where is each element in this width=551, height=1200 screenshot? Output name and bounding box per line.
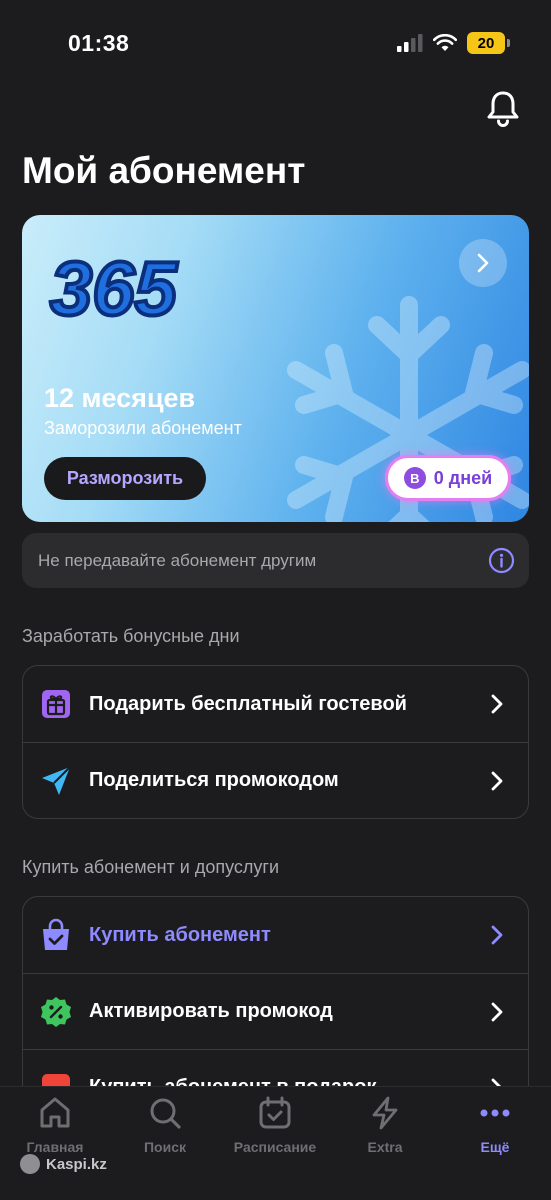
tab-label: Главная [26,1139,84,1155]
card-open-button[interactable] [459,239,507,287]
tab-home[interactable]: Главная [0,1095,110,1155]
gift-icon [39,687,73,721]
tab-label: Расписание [233,1139,317,1155]
chevron-right-icon [477,253,489,273]
earn-section-title: Заработать бонусные дни [22,626,240,646]
shopping-bag-icon [39,918,73,952]
bell-icon[interactable] [483,88,523,128]
more-icon [480,1109,510,1117]
signal-icon [397,34,423,52]
list-item-activate-promo[interactable]: Активировать промокод [23,973,528,1049]
calendar-icon [259,1096,291,1129]
home-icon [40,1097,70,1128]
watermark-text: Kaspi.kz [46,1155,107,1173]
watermark: Kaspi.kz [20,1154,107,1174]
status-icons: 20 [397,32,510,54]
bonus-coin-icon: В [403,467,426,489]
send-icon [39,764,73,798]
buy-section-title: Купить абонемент и допуслуги [22,857,280,877]
wifi-icon [433,34,457,51]
lightning-icon [372,1096,398,1130]
list-item-label: Подарить бесплатный гостевой [89,692,407,715]
page-title: Мой абонемент [22,150,306,191]
tab-bar: Главная Поиск Расписание Extra Ещё [0,1086,551,1200]
bonus-days-badge[interactable]: В 0 дней [385,455,511,501]
tab-label: Ещё [480,1139,510,1155]
subscription-status: Заморозили абонемент [44,418,242,438]
search-icon [150,1098,181,1129]
battery-level: 20 [477,34,495,52]
logo-365-icon: 365 [48,245,181,334]
earn-list: Подарить бесплатный гостевой Поделиться … [22,665,529,819]
list-item-share-promo[interactable]: Поделиться промокодом [23,742,528,818]
chevron-right-icon [491,925,503,945]
tab-search[interactable]: Поиск [110,1095,220,1155]
subscription-card[interactable]: 365 12 месяцев Заморозили абонемент Разм… [22,215,529,522]
chevron-right-icon [491,1002,503,1022]
list-item-buy-subscription[interactable]: Купить абонемент [23,897,528,973]
screen: 01:38 20 Мой абонемент 365 12 месяцев За… [0,0,551,1200]
status-time: 01:38 [68,30,130,56]
discount-badge-icon [39,995,73,1029]
list-item-gift-guest[interactable]: Подарить бесплатный гостевой [23,666,528,742]
notice-banner[interactable]: Не передавайте абонемент другим [22,533,529,588]
list-item-label: Купить абонемент [89,923,271,946]
bonus-days-count: 0 дней [433,467,493,488]
list-item-label: Поделиться промокодом [89,769,339,791]
chevron-right-icon [491,771,503,791]
tab-label: Поиск [143,1139,186,1155]
tab-schedule[interactable]: Расписание [220,1095,330,1155]
tab-more[interactable]: Ещё [440,1095,550,1155]
notice-text: Не передавайте абонемент другим [38,550,317,570]
list-item-label: Активировать промокод [89,1000,333,1022]
tab-extra[interactable]: Extra [330,1095,440,1155]
buy-list: Купить абонемент Активировать промокод [22,896,529,1106]
status-bar: 01:38 20 [0,0,551,90]
subscription-period: 12 месяцев [44,383,196,413]
unfreeze-button[interactable]: Разморозить [44,457,206,500]
info-icon[interactable] [488,547,515,574]
logo-365-text: 365 [50,247,179,332]
kaspi-logo-icon [20,1154,40,1174]
battery-indicator: 20 [467,32,510,54]
chevron-right-icon [491,694,503,714]
tab-label: Extra [367,1139,403,1155]
